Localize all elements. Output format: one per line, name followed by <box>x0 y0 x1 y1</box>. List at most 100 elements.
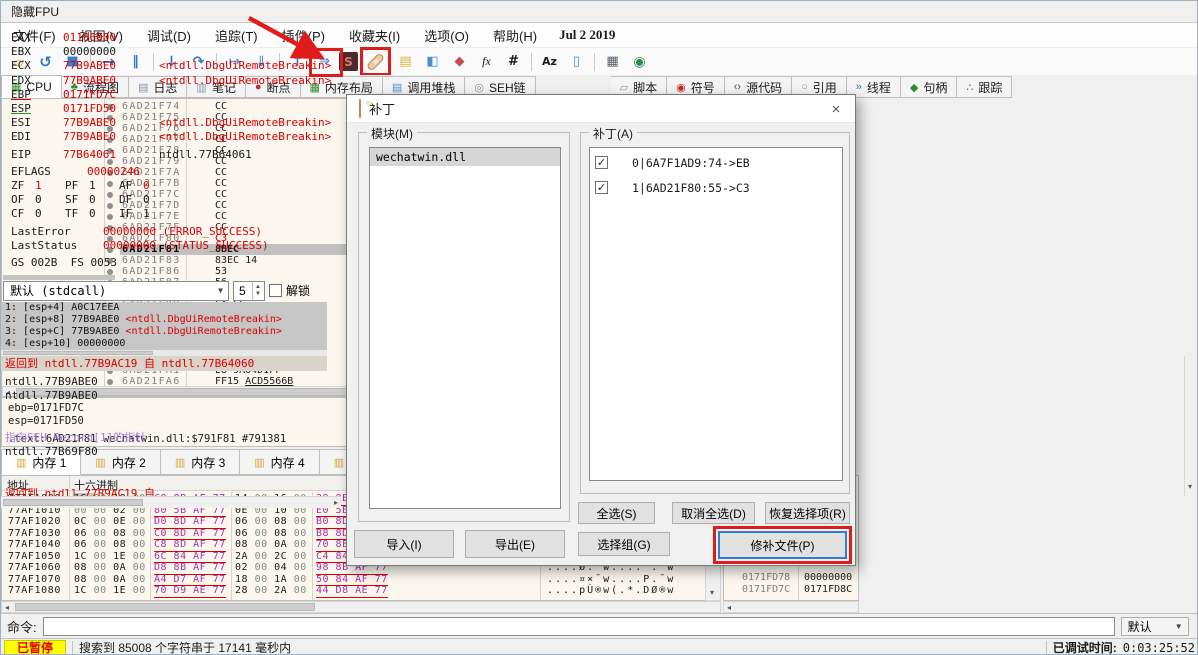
restore-selected-button[interactable]: 恢复选择项(R) <box>765 502 850 524</box>
chevron-down-icon[interactable]: ▼ <box>218 286 223 295</box>
scroll-thumb[interactable] <box>3 351 153 355</box>
argument-row[interactable]: 3: [esp+C] 77B9ABE0 <ntdll.DbgUiRemoteBr… <box>5 326 327 338</box>
dump-byte: 2C <box>274 550 294 562</box>
dump-byte: 1A <box>274 573 294 585</box>
register-row[interactable]: CF 0 TF 0 IF 1 <box>11 207 1183 221</box>
register-row[interactable]: LastStatus 00000000 (STATUS_SUCCESS) <box>11 238 1183 253</box>
registers-pane[interactable]: 隐藏FPU EAX 01186000 EBX 00000000 ECX 77B9ABE0 <… <box>1 1 1197 508</box>
modules-group-label: 模块(M) <box>367 125 417 142</box>
divider <box>1045 640 1047 654</box>
scroll-thumb[interactable] <box>15 603 315 611</box>
dump-byte: 00 <box>293 527 307 539</box>
dialog-close-icon[interactable]: × <box>823 98 849 120</box>
dump-address: 77AF1040 <box>8 539 61 550</box>
scroll-right-icon[interactable]: ▸ <box>334 498 338 507</box>
text-segment: 1: [esp+4] A0C17EEA <box>5 302 120 313</box>
register-row[interactable]: OF 0 SF 0 DF 0 <box>11 193 1183 207</box>
register-row[interactable]: GS 002B FS 0053 <box>11 256 1183 270</box>
spinner-arrows-icon[interactable]: ▲ ▼ <box>252 281 263 300</box>
patch-file-button[interactable]: 修补文件(P) <box>718 531 847 559</box>
dump-row[interactable]: 77AF1080 1C 00 1E 00 70 D9 AE 77 28 00 2A 0… <box>2 585 720 598</box>
unlock-checkbox[interactable] <box>269 284 282 297</box>
register-row[interactable]: ESP 0171FD50 <box>11 102 1183 116</box>
text-segment: 77B9ABE0 <box>63 73 116 87</box>
scroll-left-icon[interactable]: ◂ <box>5 603 9 612</box>
command-input[interactable] <box>42 616 1115 636</box>
argument-count-stepper[interactable]: 5 ▲ ▼ <box>233 280 265 301</box>
stack-row[interactable]: 0171FD7C 0171FD8C <box>724 584 858 596</box>
dump-byte: 0C <box>74 516 94 527</box>
register-row[interactable]: EBP 0171FD7C <box>11 88 1183 102</box>
text-segment: 77B9ABE0 <box>63 130 116 144</box>
patch-checkbox[interactable]: ✓ <box>595 181 608 194</box>
text-segment: 0 <box>89 207 96 221</box>
dialog-title-bar[interactable]: 补丁 × <box>347 95 855 123</box>
calling-convention-select[interactable]: 默认 (stdcall) ▼ <box>3 280 229 301</box>
register-row[interactable]: EFLAGS 00000246 <box>11 165 1183 179</box>
export-button[interactable]: 导出(E) <box>465 530 565 558</box>
deselect-all-button[interactable]: 取消全选(D) <box>672 502 755 524</box>
hint-line: ntdll.77B9ABE0 <box>5 375 327 389</box>
hint-line <box>5 473 327 487</box>
text-segment: <ntdll.DbgUiRemoteBreakin> <box>159 59 332 73</box>
dump-byte: 06 <box>235 516 255 527</box>
text-segment: LastStatus <box>11 238 78 252</box>
stack-hscrollbar[interactable]: ◂ <box>723 601 859 613</box>
register-row[interactable]: EIP 77B64061 ntdll.77B64061 <box>11 148 1183 162</box>
hide-fpu-button[interactable]: 隐藏FPU <box>1 1 1197 23</box>
dump-byte: 00 <box>254 573 275 585</box>
arguments-view[interactable]: 1: [esp+4] A0C17EEA 2: [esp+8] 77B9ABE0 <… <box>1 302 327 350</box>
dump-byte: 08 <box>274 527 294 539</box>
text-segment: OF <box>11 193 25 207</box>
patch-checkbox[interactable]: ✓ <box>595 156 608 169</box>
argument-row[interactable]: 1: [esp+4] A0C17EEA <box>5 302 327 314</box>
command-bar: 命令: 默认 ▼ <box>1 613 1197 638</box>
command-mode-select[interactable]: 默认 ▼ <box>1120 616 1189 636</box>
select-all-button[interactable]: 全选(S) <box>578 502 655 524</box>
modules-list[interactable]: wechatwin.dll <box>369 147 561 509</box>
patch-list-item[interactable]: ✓ 1|6AD21F80:55->C3 <box>590 177 842 198</box>
scroll-down-icon[interactable]: ▾ <box>710 588 714 597</box>
dump-byte: 00 <box>132 550 146 562</box>
text-segment: AF <box>119 179 133 192</box>
chevron-down-icon[interactable]: ▼ <box>1175 622 1183 631</box>
module-list-item[interactable]: wechatwin.dll <box>370 148 560 166</box>
dump-byte: 00 <box>254 516 275 527</box>
dump-bytes-group: 1C 00 1E 00 <box>74 551 146 563</box>
dump-byte: 06 <box>74 539 94 550</box>
patch-dialog: 补丁 × 模块(M) wechatwin.dll 补丁(A) ✓ 0|6A7F1A… <box>346 94 856 566</box>
select-group-button[interactable]: 选择组(G) <box>578 532 670 556</box>
dump-byte: 00 <box>293 562 307 573</box>
dump-byte: 08 <box>74 562 94 573</box>
register-row[interactable]: EBX 00000000 <box>11 45 1183 59</box>
calling-convention-value: 默认 (stdcall) <box>10 284 107 298</box>
argument-row[interactable]: 2: [esp+8] 77B9ABE0 <ntdll.DbgUiRemoteBr… <box>5 314 327 326</box>
dump-row[interactable]: 77AF1070 08 00 0A 00 A4 D7 AF 77 18 00 1A 0… <box>2 574 720 586</box>
register-row[interactable]: ESI 77B9ABE0 <ntdll.DbgUiRemoteBreakin> <box>11 116 1183 130</box>
register-row[interactable]: ECX 77B9ABE0 <ntdll.DbgUiRemoteBreakin> <box>11 59 1183 73</box>
register-row[interactable]: ZF 1 PF 1 AF 0 <box>11 179 1183 193</box>
register-row[interactable]: LastError 00000000 (ERROR_SUCCESS) <box>11 225 1183 239</box>
registers-hscrollbar[interactable]: ▸ <box>1 496 341 508</box>
scroll-left-icon[interactable]: ◂ <box>727 603 731 612</box>
dump-byte: 0A <box>113 573 133 585</box>
text-segment: IF <box>119 207 133 221</box>
stack-value: 0171FD8C <box>804 584 853 595</box>
dump-byte: 00 <box>132 516 146 527</box>
text-segment: 0 <box>35 207 42 221</box>
stack-row[interactable]: 0171FD78 00000000 <box>724 572 858 584</box>
text-segment: 2: [esp+8] 77B9ABE0 <box>5 314 126 325</box>
patches-list[interactable]: ✓ 0|6A7F1AD9:74->EB ✓ 1|6AD21F80:55->C3 <box>589 147 843 481</box>
register-row[interactable]: EDI 77B9ABE0 <ntdll.DbgUiRemoteBreakin> <box>11 130 1183 144</box>
dump-byte: 2A <box>235 550 255 562</box>
register-row[interactable]: EDX 77B9ABE0 <ntdll.DbgUiRemoteBreakin> <box>11 73 1183 88</box>
text-segment: <ntdll.DbgUiRemoteBreakin> <box>125 314 282 325</box>
patch-list-item[interactable]: ✓ 0|6A7F1AD9:74->EB <box>590 152 842 173</box>
scroll-thumb[interactable] <box>3 499 143 506</box>
dump-byte: 1E <box>113 585 133 596</box>
import-button[interactable]: 导入(I) <box>354 530 454 558</box>
text-segment: 01186000 <box>63 31 116 44</box>
register-row[interactable]: EAX 01186000 <box>11 31 1183 45</box>
argument-row[interactable]: 4: [esp+10] 00000000 <box>5 338 327 350</box>
dump-hscrollbar[interactable]: ◂ <box>1 601 721 613</box>
